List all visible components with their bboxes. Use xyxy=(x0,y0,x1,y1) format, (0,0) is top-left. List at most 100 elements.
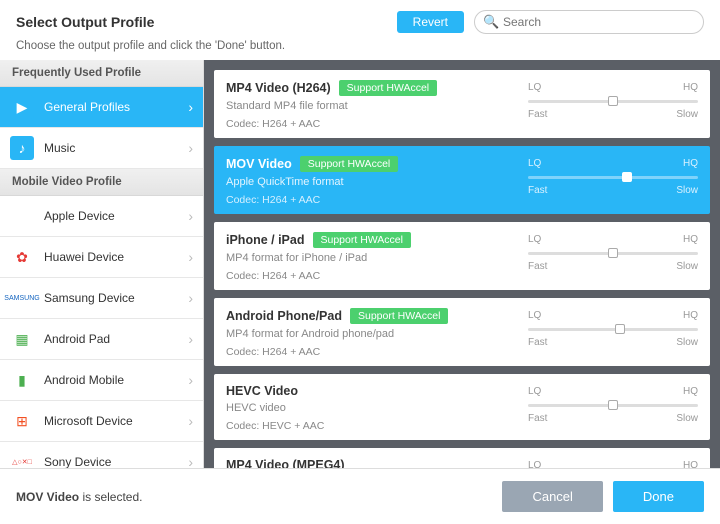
slider-thumb[interactable] xyxy=(608,96,618,106)
hwaccel-badge: Support HWAccel xyxy=(339,80,437,96)
slow-label: Slow xyxy=(676,109,698,120)
slow-label: Slow xyxy=(676,337,698,348)
hq-label: HQ xyxy=(683,82,698,93)
search-wrap: 🔍 xyxy=(474,10,704,34)
dialog-body: Frequently Used Profile ▶ General Profiles… xyxy=(0,60,720,468)
quality-slider[interactable] xyxy=(528,95,698,107)
quality-slider[interactable] xyxy=(528,323,698,335)
profile-mov-video[interactable]: MOV Video Support HWAccel Apple QuickTime … xyxy=(214,146,710,214)
sidebar-item-apple-device[interactable]: Apple Device› xyxy=(0,196,203,237)
lq-label: LQ xyxy=(528,158,541,169)
footer-status: MOV Video is selected. xyxy=(16,490,143,504)
hq-label: HQ xyxy=(683,460,698,468)
sidebar-item-sony-device[interactable]: △○✕□ Sony Device› xyxy=(0,442,203,468)
section-header: Frequently Used Profile xyxy=(0,60,203,87)
profile-list: MP4 Video (H264)Support HWAccelStandard … xyxy=(204,60,720,468)
lq-label: LQ xyxy=(528,82,541,93)
profile-codec: Codec: H264 + AAC xyxy=(226,346,508,358)
profile-mp4-video-h264-[interactable]: MP4 Video (H264)Support HWAccelStandard … xyxy=(214,70,710,138)
profile-hevc-video[interactable]: HEVC VideoHEVC videoCodec: HEVC + AACLQH… xyxy=(214,374,710,440)
selected-name: MOV Video xyxy=(16,490,79,504)
profile-desc: HEVC video xyxy=(226,402,508,414)
sidebar-item-icon: ▶ xyxy=(10,95,34,119)
sidebar-item-label: Samsung Device xyxy=(44,291,188,305)
lq-label: LQ xyxy=(528,460,541,468)
sidebar-item-label: Microsoft Device xyxy=(44,414,188,428)
sidebar-item-icon: ✿ xyxy=(10,245,34,269)
sidebar-item-music[interactable]: ♪Music› xyxy=(0,128,203,169)
slider-thumb[interactable] xyxy=(608,400,618,410)
chevron-right-icon: › xyxy=(188,454,193,468)
sidebar-item-icon: ♪ xyxy=(10,136,34,160)
profile-desc: MP4 format for iPhone / iPad xyxy=(226,252,508,264)
profile-codec: Codec: HEVC + AAC xyxy=(226,420,508,432)
done-button[interactable]: Done xyxy=(613,481,704,512)
sidebar-item-icon: SAMSUNG xyxy=(10,286,34,310)
dialog-header: Select Output Profile Revert 🔍 Choose th… xyxy=(0,0,720,60)
profile-codec: Codec: H264 + AAC xyxy=(226,194,508,206)
sidebar-item-label: Huawei Device xyxy=(44,250,188,264)
dialog-title: Select Output Profile xyxy=(16,14,154,30)
sidebar-item-label: Android Mobile xyxy=(44,373,188,387)
hq-label: HQ xyxy=(683,310,698,321)
cancel-button[interactable]: Cancel xyxy=(502,481,602,512)
sidebar-item-microsoft-device[interactable]: ⊞ Microsoft Device› xyxy=(0,401,203,442)
sidebar-item-general-profiles[interactable]: ▶ General Profiles› xyxy=(0,87,203,128)
sidebar-item-icon: △○✕□ xyxy=(10,450,34,468)
profile-name: iPhone / iPad xyxy=(226,233,305,247)
profile-codec: Codec: H264 + AAC xyxy=(226,118,508,130)
profile-iphone-ipad[interactable]: iPhone / iPad Support HWAccel MP4 format f… xyxy=(214,222,710,290)
fast-label: Fast xyxy=(528,109,547,120)
section-header: Mobile Video Profile xyxy=(0,169,203,196)
fast-label: Fast xyxy=(528,185,547,196)
profile-desc: Standard MP4 file format xyxy=(226,100,508,112)
dialog-subtitle: Choose the output profile and click the … xyxy=(16,40,704,52)
slider-thumb[interactable] xyxy=(622,172,632,182)
lq-label: LQ xyxy=(528,310,541,321)
fast-label: Fast xyxy=(528,413,547,424)
profile-mp4-video-mpeg4-[interactable]: MP4 Video (MPEG4)MP4 formatLQHQFastSlow xyxy=(214,448,710,468)
slow-label: Slow xyxy=(676,413,698,424)
chevron-right-icon: › xyxy=(188,208,193,224)
quality-slider[interactable] xyxy=(528,247,698,259)
slider-thumb[interactable] xyxy=(608,248,618,258)
profile-name: MP4 Video (MPEG4) xyxy=(226,458,345,468)
hwaccel-badge: Support HWAccel xyxy=(300,156,398,172)
sidebar-item-label: Sony Device xyxy=(44,455,188,468)
chevron-right-icon: › xyxy=(188,140,193,156)
selected-suffix: is selected. xyxy=(79,490,142,504)
sidebar-item-label: Apple Device xyxy=(44,209,188,223)
chevron-right-icon: › xyxy=(188,249,193,265)
hwaccel-badge: Support HWAccel xyxy=(313,232,411,248)
quality-slider[interactable] xyxy=(528,171,698,183)
sidebar-item-icon: ▮ xyxy=(10,368,34,392)
sidebar-item-icon: ▦ xyxy=(10,327,34,351)
sidebar-item-android-pad[interactable]: ▦Android Pad› xyxy=(0,319,203,360)
fast-label: Fast xyxy=(528,337,547,348)
slow-label: Slow xyxy=(676,185,698,196)
dialog-footer: MOV Video is selected. Cancel Done xyxy=(0,468,720,524)
hq-label: HQ xyxy=(683,386,698,397)
profile-name: Android Phone/Pad xyxy=(226,309,342,323)
search-input[interactable] xyxy=(474,10,704,34)
chevron-right-icon: › xyxy=(188,290,193,306)
chevron-right-icon: › xyxy=(188,99,193,115)
slider-thumb[interactable] xyxy=(615,324,625,334)
sidebar-item-huawei-device[interactable]: ✿ Huawei Device› xyxy=(0,237,203,278)
hq-label: HQ xyxy=(683,158,698,169)
sidebar-item-android-mobile[interactable]: ▮ Android Mobile› xyxy=(0,360,203,401)
profile-name: HEVC Video xyxy=(226,384,298,398)
chevron-right-icon: › xyxy=(188,372,193,388)
profile-desc: Apple QuickTime format xyxy=(226,176,508,188)
sidebar-item-samsung-device[interactable]: SAMSUNG Samsung Device› xyxy=(0,278,203,319)
sidebar-item-icon: ⊞ xyxy=(10,409,34,433)
quality-slider[interactable] xyxy=(528,399,698,411)
profile-android-phone-pad[interactable]: Android Phone/PadSupport HWAccelMP4 form… xyxy=(214,298,710,366)
slow-label: Slow xyxy=(676,261,698,272)
sidebar-item-label: General Profiles xyxy=(44,100,188,114)
sidebar: Frequently Used Profile ▶ General Profiles… xyxy=(0,60,204,468)
chevron-right-icon: › xyxy=(188,413,193,429)
revert-button[interactable]: Revert xyxy=(397,11,464,33)
profile-name: MOV Video xyxy=(226,157,292,171)
hq-label: HQ xyxy=(683,234,698,245)
